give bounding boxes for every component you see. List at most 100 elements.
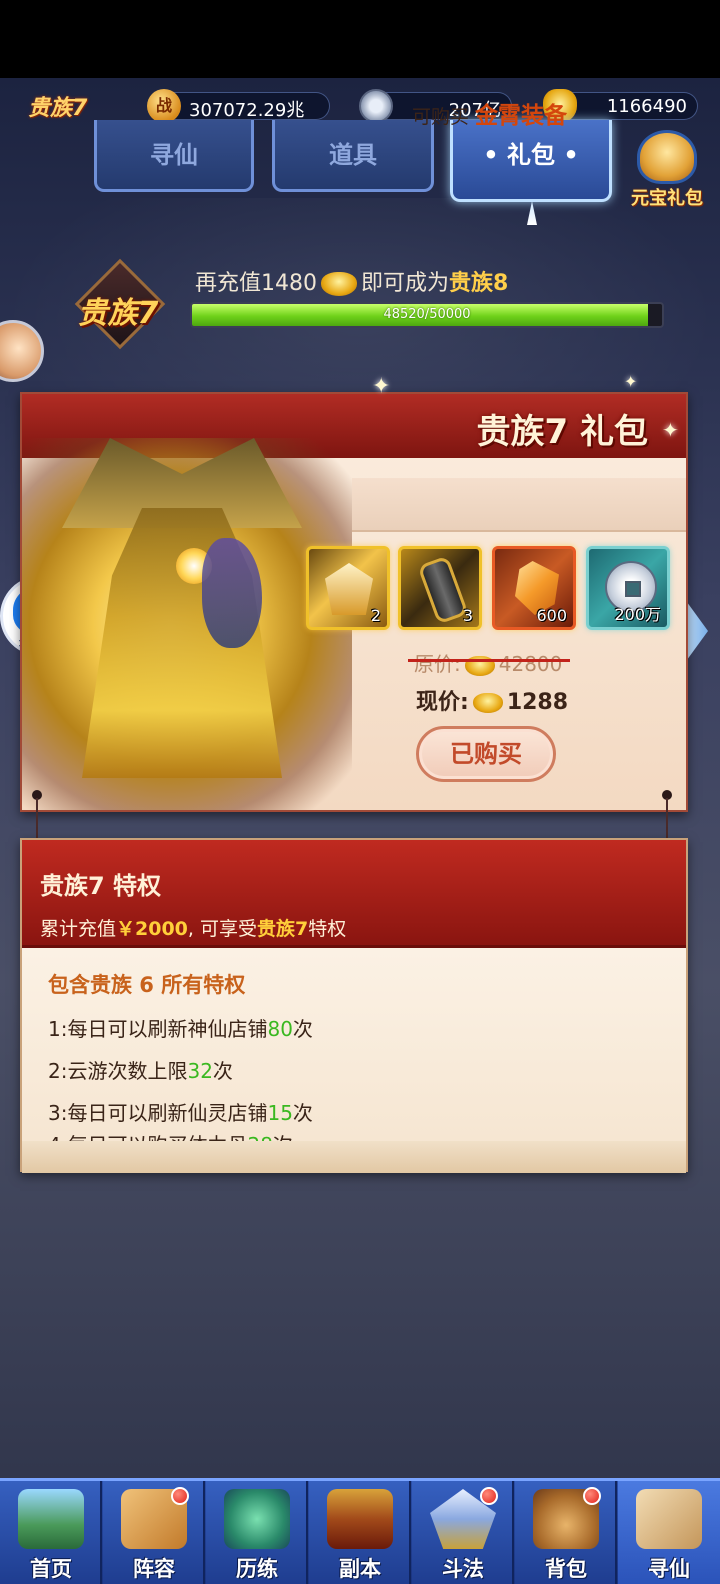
privilege-item: 1:每日可以刷新神仙店铺80次: [48, 1013, 313, 1042]
scroll-icon: [417, 555, 469, 625]
purchased-button[interactable]: 已购买: [416, 726, 556, 782]
item-count: 2: [370, 606, 381, 625]
privilege-item-text: 3:每日可以刷新仙灵店铺: [48, 1101, 268, 1125]
xunxian-icon: [636, 1489, 702, 1549]
gold-value: 1166490: [606, 96, 687, 117]
privilege-item-unit: 次: [292, 1101, 313, 1125]
sparkle-icon: ✦: [372, 374, 391, 399]
nav-label: 阵容: [133, 1557, 175, 1581]
privilege-item-unit: 次: [212, 1059, 233, 1083]
nav-label: 背包: [545, 1557, 587, 1581]
reward-item-ore[interactable]: 600: [492, 546, 576, 630]
character-robe: [82, 508, 282, 778]
privilege-item: 4:每日可以购买体力丹28次: [48, 1129, 293, 1141]
item-count: 200万: [614, 605, 661, 624]
privilege-panel: 贵族7 特权 累计充值￥2000, 可享受贵族7特权 包含贵族 6 所有特权 1…: [20, 838, 688, 1173]
recharge-hint: 再充值1480 即可成为贵族8: [195, 265, 508, 297]
notification-dot-icon: [480, 1487, 498, 1505]
item-count: 3: [462, 606, 473, 625]
original-price: 原价: 42800: [414, 648, 562, 677]
gold-ingot-icon: [472, 693, 503, 713]
character-illustration: [22, 438, 352, 810]
notification-dot-icon: [171, 1487, 189, 1505]
noble-progress-bar: 48520/50000: [190, 302, 664, 328]
subtitle-prefix: 可购买: [412, 106, 470, 128]
dungeon-icon: [327, 1489, 393, 1549]
home-icon: [18, 1489, 84, 1549]
reward-item-silver-coin[interactable]: 200万: [586, 546, 670, 630]
nav-label: 副本: [339, 1557, 381, 1581]
nav-label: 历练: [236, 1557, 278, 1581]
privilege-amount: ￥2000: [116, 918, 188, 940]
bottom-nav: 首页 阵容 历练 副本 斗法 背包 寻仙: [0, 1478, 720, 1584]
privilege-item: 2:云游次数上限32次: [48, 1055, 233, 1084]
original-price-label: 原价:: [414, 652, 461, 676]
gold-ingot-icon: [321, 272, 357, 296]
nav-bag[interactable]: 背包: [515, 1481, 617, 1584]
privilege-level: 贵族7: [257, 918, 309, 940]
recharge-amount-text: 再充值1480: [195, 271, 317, 296]
reward-item-scroll[interactable]: 3: [398, 546, 482, 630]
recharge-mid-text: 即可成为: [361, 271, 450, 296]
tab-gift-pack[interactable]: • 礼包 •: [450, 120, 612, 202]
current-price-value: 1288: [506, 690, 569, 715]
nav-training[interactable]: 历练: [206, 1481, 308, 1584]
next-noble-level: 贵族8: [449, 271, 509, 296]
privilege-sub-prefix: 累计充值: [40, 918, 117, 940]
power-value: 307072.29兆: [189, 100, 305, 121]
yuanbao-gift-button[interactable]: 元宝礼包: [622, 130, 712, 210]
privilege-list[interactable]: 包含贵族 6 所有特权 1:每日可以刷新神仙店铺80次 2:云游次数上限32次 …: [22, 951, 686, 1141]
equipment-chest-icon: [325, 563, 373, 615]
sparkle-icon: ✦: [662, 418, 679, 442]
current-price: 现价: 1288: [416, 684, 568, 716]
privilege-header: 贵族7 特权 累计充值￥2000, 可享受贵族7特权: [22, 840, 686, 948]
notification-dot-icon: [583, 1487, 601, 1505]
privilege-item-unit: 次: [292, 1017, 313, 1041]
yuanbao-gift-label: 元宝礼包: [631, 188, 703, 209]
noble-badge-label: 贵族7: [77, 296, 159, 331]
nav-lineup[interactable]: 阵容: [103, 1481, 205, 1584]
nav-home[interactable]: 首页: [0, 1481, 102, 1584]
nav-label: 斗法: [442, 1557, 484, 1581]
privilege-condition: 累计充值￥2000, 可享受贵族7特权: [40, 914, 346, 941]
noble-level-tag: 贵族7: [28, 96, 88, 121]
gift-title: 贵族7 礼包: [476, 412, 649, 452]
sparkle-icon: ✦: [624, 372, 638, 391]
privilege-item-text: 4:每日可以购买体力丹: [48, 1133, 247, 1141]
character-scarf: [202, 538, 262, 648]
power-display: 战 307072.29兆: [147, 89, 330, 123]
privilege-item-number: 80: [267, 1017, 293, 1041]
nav-xunxian[interactable]: 寻仙: [618, 1481, 720, 1584]
equipment-name: 金霄装备: [475, 103, 568, 129]
nav-dungeon[interactable]: 副本: [309, 1481, 411, 1584]
privilege-item-number: 28: [247, 1133, 272, 1141]
item-count: 600: [536, 606, 567, 625]
price-strikethrough: [408, 659, 570, 662]
privilege-item: 3:每日可以刷新仙灵店铺15次: [48, 1097, 313, 1126]
tab-items[interactable]: 道具: [272, 120, 434, 192]
progress-text: 48520/50000: [383, 307, 471, 322]
nav-label: 首页: [30, 1557, 72, 1581]
privilege-item-unit: 次: [273, 1133, 293, 1141]
reward-item-equipment-chest[interactable]: 2: [306, 546, 390, 630]
privilege-item-number: 32: [187, 1059, 213, 1083]
purchasable-subtitle: 可购买 金霄装备: [412, 96, 567, 130]
privilege-item-text: 2:云游次数上限: [48, 1059, 188, 1083]
copper-coin-icon: [359, 89, 393, 123]
nav-arena[interactable]: 斗法: [412, 1481, 514, 1584]
nav-label: 寻仙: [648, 1557, 690, 1581]
gold-display[interactable]: 1166490: [543, 89, 698, 123]
gift-bag-icon: [637, 130, 697, 184]
privilege-footer: [22, 1141, 686, 1173]
tab-xunxian[interactable]: 寻仙: [94, 120, 254, 192]
noble-badge: 贵族7: [62, 258, 174, 350]
subtitle-band: [352, 478, 686, 532]
training-icon: [224, 1489, 290, 1549]
privilege-includes: 包含贵族 6 所有特权: [48, 973, 246, 997]
privilege-sub-mid: , 可享受: [187, 918, 257, 940]
current-price-label: 现价:: [416, 690, 469, 715]
privilege-item-text: 1:每日可以刷新神仙店铺: [48, 1017, 268, 1041]
privilege-sub-suffix: 特权: [308, 918, 347, 940]
power-icon: 战: [147, 89, 181, 123]
privilege-item-number: 15: [267, 1101, 293, 1125]
